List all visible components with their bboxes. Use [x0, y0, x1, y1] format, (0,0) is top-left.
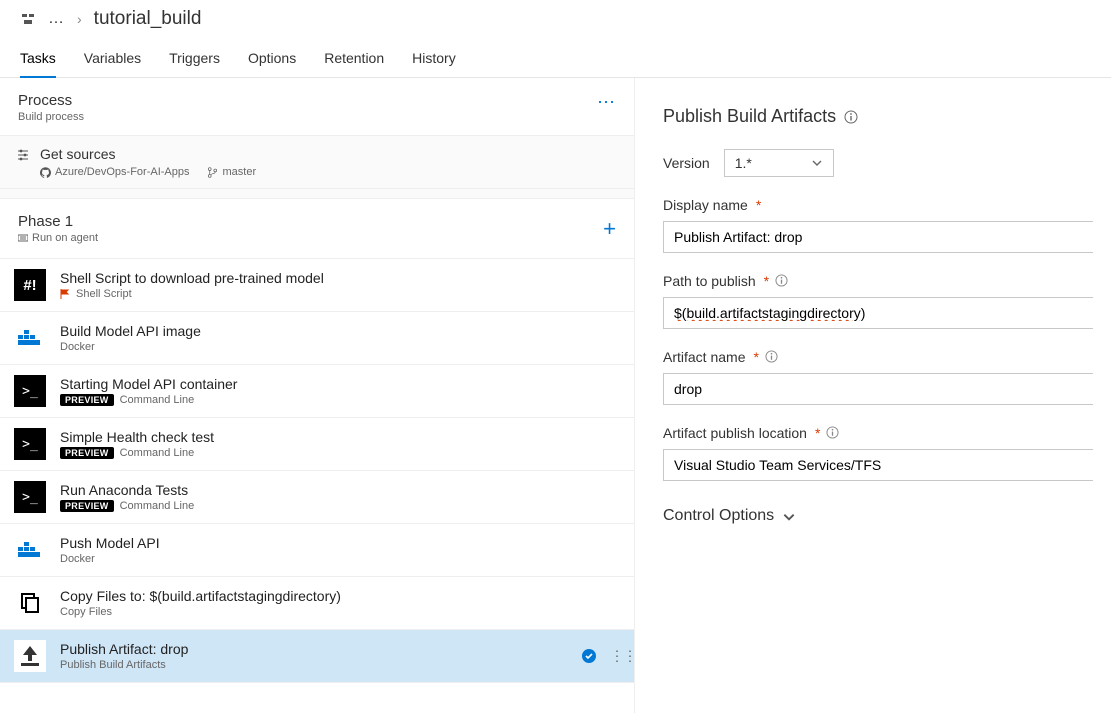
- tab-bar: Tasks Variables Triggers Options Retenti…: [0, 36, 1111, 78]
- artifact-location-label: Artifact publish location: [663, 425, 807, 441]
- task-subtitle: PREVIEWCommand Line: [60, 447, 620, 459]
- task-row[interactable]: Copy Files to: $(build.artifactstagingdi…: [0, 577, 634, 630]
- preview-badge: PREVIEW: [60, 500, 114, 512]
- control-options-label: Control Options: [663, 507, 774, 525]
- task-list-panel: Process Build process ⋯ Get sources Azur…: [0, 78, 635, 713]
- breadcrumb: … › tutorial_build: [0, 0, 1111, 36]
- copy-icon: [14, 587, 46, 619]
- branch-name: master: [222, 166, 256, 178]
- artifact-name-label: Artifact name: [663, 349, 745, 365]
- task-subtitle: Publish Build Artifacts: [60, 659, 620, 671]
- check-icon: [582, 649, 596, 663]
- tab-tasks[interactable]: Tasks: [20, 44, 56, 78]
- process-title: Process: [18, 92, 84, 109]
- github-icon: [40, 167, 51, 178]
- task-title: Push Model API: [60, 535, 620, 551]
- task-title: Run Anaconda Tests: [60, 482, 620, 498]
- drag-handle-icon[interactable]: ⋮⋮: [610, 648, 620, 665]
- docker-icon: [14, 534, 46, 566]
- task-row[interactable]: >_ Run Anaconda Tests PREVIEWCommand Line: [0, 471, 634, 524]
- tab-history[interactable]: History: [412, 44, 456, 77]
- task-subtitle: PREVIEWCommand Line: [60, 500, 620, 512]
- display-name-label: Display name: [663, 197, 748, 213]
- pipeline-icon: [20, 11, 36, 27]
- chevron-right-icon: ›: [77, 11, 82, 27]
- tab-triggers[interactable]: Triggers: [169, 44, 220, 77]
- task-row[interactable]: #! Shell Script to download pre-trained m…: [0, 259, 634, 312]
- add-task-button[interactable]: +: [603, 216, 616, 242]
- artifact-location-select[interactable]: [663, 449, 1093, 481]
- info-icon[interactable]: [765, 350, 779, 364]
- info-icon[interactable]: [826, 426, 840, 440]
- task-subtitle: Shell Script: [60, 288, 620, 300]
- task-title: Simple Health check test: [60, 429, 620, 445]
- repo-label: Azure/DevOps-For-AI-Apps: [40, 166, 189, 178]
- task-row[interactable]: Push Model API Docker: [0, 524, 634, 577]
- cmd-icon: >_: [14, 375, 46, 407]
- display-name-input[interactable]: [663, 221, 1093, 253]
- phase-title: Phase 1: [18, 213, 98, 230]
- branch-label: master: [207, 166, 256, 178]
- more-icon[interactable]: ⋯: [597, 92, 616, 113]
- task-row[interactable]: Publish Artifact: drop Publish Build Arti…: [0, 630, 634, 683]
- path-input[interactable]: [663, 297, 1093, 329]
- task-row[interactable]: >_ Starting Model API container PREVIEWCom…: [0, 365, 634, 418]
- page-title: tutorial_build: [94, 8, 202, 30]
- phase-node[interactable]: Phase 1 Run on agent +: [0, 199, 634, 259]
- breadcrumb-ellipsis[interactable]: …: [48, 10, 65, 28]
- task-title: Shell Script to download pre-trained mod…: [60, 270, 620, 286]
- version-label: Version: [663, 155, 710, 171]
- tab-options[interactable]: Options: [248, 44, 296, 77]
- control-options-toggle[interactable]: Control Options: [663, 507, 1111, 525]
- process-node[interactable]: Process Build process ⋯: [0, 78, 634, 136]
- repo-name: Azure/DevOps-For-AI-Apps: [55, 166, 189, 178]
- settings-icon: [16, 148, 30, 162]
- info-icon[interactable]: [775, 274, 789, 288]
- cmd-icon: >_: [14, 428, 46, 460]
- process-subtitle: Build process: [18, 111, 84, 123]
- version-select[interactable]: 1.*: [724, 149, 834, 177]
- task-subtitle: Docker: [60, 553, 620, 565]
- tab-variables[interactable]: Variables: [84, 44, 141, 77]
- task-title: Publish Artifact: drop: [60, 641, 620, 657]
- version-value: 1.*: [735, 155, 752, 171]
- task-row[interactable]: >_ Simple Health check test PREVIEWCommand…: [0, 418, 634, 471]
- task-subtitle: Docker: [60, 341, 620, 353]
- branch-icon: [207, 167, 218, 178]
- panel-title: Publish Build Artifacts: [663, 106, 836, 127]
- task-title: Starting Model API container: [60, 376, 620, 392]
- chevron-down-icon: [782, 510, 794, 522]
- task-row[interactable]: Build Model API image Docker: [0, 312, 634, 365]
- chevron-down-icon: [811, 157, 823, 169]
- docker-icon: [14, 322, 46, 354]
- artifact-name-input[interactable]: [663, 373, 1093, 405]
- path-label: Path to publish: [663, 273, 756, 289]
- get-sources-node[interactable]: Get sources Azure/DevOps-For-AI-Apps mas…: [0, 136, 634, 189]
- task-title: Build Model API image: [60, 323, 620, 339]
- preview-badge: PREVIEW: [60, 447, 114, 459]
- publish-icon: [14, 640, 46, 672]
- hash-icon: #!: [14, 269, 46, 301]
- task-details-panel: Publish Build Artifacts Version 1.* Disp…: [635, 78, 1111, 713]
- preview-badge: PREVIEW: [60, 394, 114, 406]
- get-sources-title: Get sources: [40, 146, 616, 162]
- task-subtitle: Copy Files: [60, 606, 620, 618]
- agent-icon: [18, 233, 28, 243]
- task-title: Copy Files to: $(build.artifactstagingdi…: [60, 588, 620, 604]
- flag-icon: [60, 289, 70, 299]
- info-icon[interactable]: [844, 110, 858, 124]
- task-subtitle: PREVIEWCommand Line: [60, 394, 620, 406]
- tab-retention[interactable]: Retention: [324, 44, 384, 77]
- phase-subtitle: Run on agent: [32, 232, 98, 244]
- cmd-icon: >_: [14, 481, 46, 513]
